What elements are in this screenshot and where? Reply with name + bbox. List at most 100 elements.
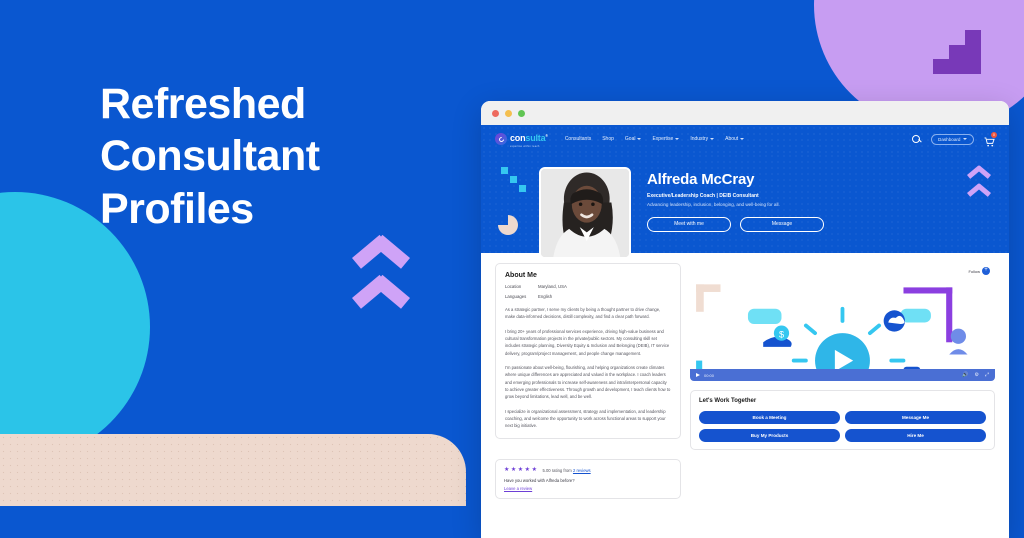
about-paragraph: I'm passionate about well-being, flouris… bbox=[505, 365, 671, 400]
nav-item-about[interactable]: About bbox=[725, 136, 745, 142]
profile-role: Executive/Leadership Coach | DEIB Consul… bbox=[647, 193, 759, 199]
chevron-down-icon bbox=[740, 138, 745, 140]
about-meta-languages: Languages English bbox=[505, 294, 671, 299]
meta-key: Languages bbox=[505, 294, 527, 299]
rating-row: ★ ★ ★ ★ ★ 5.00 rating from 2 reviews bbox=[504, 467, 672, 473]
nav-label: About bbox=[725, 136, 739, 142]
volume-icon[interactable]: 🔊 bbox=[962, 372, 968, 378]
banner-headline: Refreshed Consultant Profiles bbox=[100, 78, 420, 235]
meta-value: Maryland, USA bbox=[538, 284, 567, 289]
decor-hero-shapes bbox=[495, 165, 545, 245]
hire-me-button[interactable]: Hire Me bbox=[845, 429, 986, 442]
logo-name-part1: con bbox=[510, 133, 526, 144]
nav-links: Consultants Shop Goal Expertise Industry… bbox=[565, 136, 745, 142]
star-icon: ★ bbox=[504, 467, 510, 473]
headline-line-1: Refreshed bbox=[100, 80, 306, 128]
work-together-title: Let's Work Together bbox=[699, 398, 757, 404]
work-together-buttons: Book a Meeting Message Me Buy My Product… bbox=[699, 411, 986, 442]
about-column: About Me Location Maryland, USA Language… bbox=[495, 263, 681, 450]
profile-actions: Meet with me Message bbox=[647, 216, 993, 232]
about-meta-location: Location Maryland, USA bbox=[505, 284, 671, 289]
nav-item-consultants[interactable]: Consultants bbox=[565, 136, 591, 142]
video-timestamp: 00:00 bbox=[704, 372, 715, 378]
chevron-down-icon bbox=[710, 138, 715, 140]
about-title: About Me bbox=[505, 272, 537, 279]
decor-staircase bbox=[933, 30, 981, 74]
message-me-button[interactable]: Message Me bbox=[845, 411, 986, 424]
reviews-card: ★ ★ ★ ★ ★ 5.00 rating from 2 reviews Hav… bbox=[495, 459, 681, 499]
nav-right-controls: Dashboard 0 bbox=[912, 132, 997, 147]
nav-label: Goal bbox=[624, 136, 636, 142]
video-controls: 00:00 🔊 ⚙ ⤢ bbox=[690, 369, 995, 381]
meta-value: English bbox=[538, 294, 553, 299]
buy-my-products-button[interactable]: Buy My Products bbox=[699, 429, 840, 442]
star-icon: ★ bbox=[524, 467, 531, 473]
headline-line-3: Profiles bbox=[100, 184, 254, 233]
window-maximize-button[interactable] bbox=[518, 109, 525, 117]
nav-label: Consultants bbox=[564, 136, 592, 142]
search-icon[interactable] bbox=[912, 134, 921, 144]
window-minimize-button[interactable] bbox=[505, 109, 512, 117]
nav-label: Expertise bbox=[652, 136, 674, 142]
profile-body: About Me Location Maryland, USA Language… bbox=[481, 253, 1009, 450]
browser-window: consulta® expertise within reach Consult… bbox=[481, 101, 1009, 538]
logo-mark-icon bbox=[495, 133, 507, 145]
site-logo[interactable]: consulta® expertise within reach bbox=[495, 129, 548, 149]
nav-item-shop[interactable]: Shop bbox=[602, 136, 614, 142]
follow-label: Follow bbox=[968, 268, 980, 274]
work-together-card: Let's Work Together Book a Meeting Messa… bbox=[690, 390, 995, 450]
browser-chrome-bar bbox=[481, 101, 1009, 125]
plus-circle-icon: + bbox=[982, 267, 990, 275]
chevron-down-icon bbox=[963, 138, 967, 140]
rating-value-text: 5.00 rating from bbox=[542, 467, 573, 473]
avatar bbox=[539, 167, 631, 259]
svg-text:$: $ bbox=[779, 330, 784, 340]
nav-label: Shop bbox=[602, 136, 614, 142]
logo-tagline: expertise within reach bbox=[510, 145, 540, 149]
logo-text: consulta® expertise within reach bbox=[510, 129, 548, 149]
star-icon: ★ bbox=[517, 467, 524, 473]
star-icon: ★ bbox=[510, 467, 517, 473]
profile-name: Alfreda McCray bbox=[647, 171, 755, 188]
dashboard-dropdown-button[interactable]: Dashboard bbox=[931, 133, 974, 145]
headline-line-2: Consultant bbox=[100, 132, 320, 181]
video-right-controls: 🔊 ⚙ ⤢ bbox=[962, 372, 989, 378]
media-column: Follow + $ 00:00 🔊 ⚙ ⤢ Let's Work Togeth… bbox=[690, 263, 995, 450]
gear-icon[interactable]: ⚙ bbox=[975, 372, 979, 378]
leave-a-review-link[interactable]: Leave a review bbox=[504, 486, 672, 491]
cart-icon[interactable]: 0 bbox=[984, 132, 997, 147]
about-paragraph: I specialize in organizational assessmen… bbox=[505, 408, 666, 429]
message-button[interactable]: Message bbox=[740, 216, 824, 232]
decor-pac-shape bbox=[498, 215, 518, 235]
dashboard-label: Dashboard bbox=[938, 136, 961, 142]
fullscreen-icon[interactable]: ⤢ bbox=[985, 372, 989, 378]
video-player[interactable]: Follow + $ 00:00 🔊 ⚙ ⤢ bbox=[690, 263, 995, 381]
site-navigation: consulta® expertise within reach Consult… bbox=[481, 125, 1009, 153]
about-paragraph: I bring 20+ years of professional servic… bbox=[505, 328, 670, 356]
nav-item-expertise[interactable]: Expertise bbox=[652, 136, 680, 142]
review-question: Have you worked with Alfreda before? bbox=[504, 478, 575, 483]
video-illustration: $ bbox=[690, 263, 995, 381]
cart-badge: 0 bbox=[991, 132, 997, 138]
meet-with-me-button[interactable]: Meet with me bbox=[647, 216, 731, 232]
reviews-link[interactable]: 2 reviews bbox=[573, 468, 591, 473]
decor-beige-band bbox=[0, 434, 466, 506]
nav-item-goal[interactable]: Goal bbox=[625, 136, 642, 142]
rating-text: 5.00 rating from 2 reviews bbox=[542, 468, 590, 473]
nav-label: Industry bbox=[690, 136, 709, 142]
star-icon: ★ bbox=[531, 467, 537, 473]
about-card: About Me Location Maryland, USA Language… bbox=[495, 263, 681, 439]
nav-item-industry[interactable]: Industry bbox=[690, 136, 715, 142]
decor-chevrons-hero bbox=[965, 175, 993, 215]
logo-name-part2: sulta bbox=[525, 133, 546, 144]
profile-info: Alfreda McCray Executive/Leadership Coac… bbox=[647, 167, 993, 253]
window-close-button[interactable] bbox=[492, 109, 499, 117]
decor-chevrons-left bbox=[345, 258, 417, 338]
meta-key: Location bbox=[505, 284, 522, 289]
follow-button[interactable]: Follow + bbox=[968, 267, 990, 275]
logo-trademark: ® bbox=[545, 134, 548, 139]
play-icon[interactable] bbox=[696, 373, 700, 377]
chevron-down-icon bbox=[675, 138, 680, 140]
book-a-meeting-button[interactable]: Book a Meeting bbox=[699, 411, 840, 424]
profile-hero: Alfreda McCray Executive/Leadership Coac… bbox=[481, 153, 1009, 259]
